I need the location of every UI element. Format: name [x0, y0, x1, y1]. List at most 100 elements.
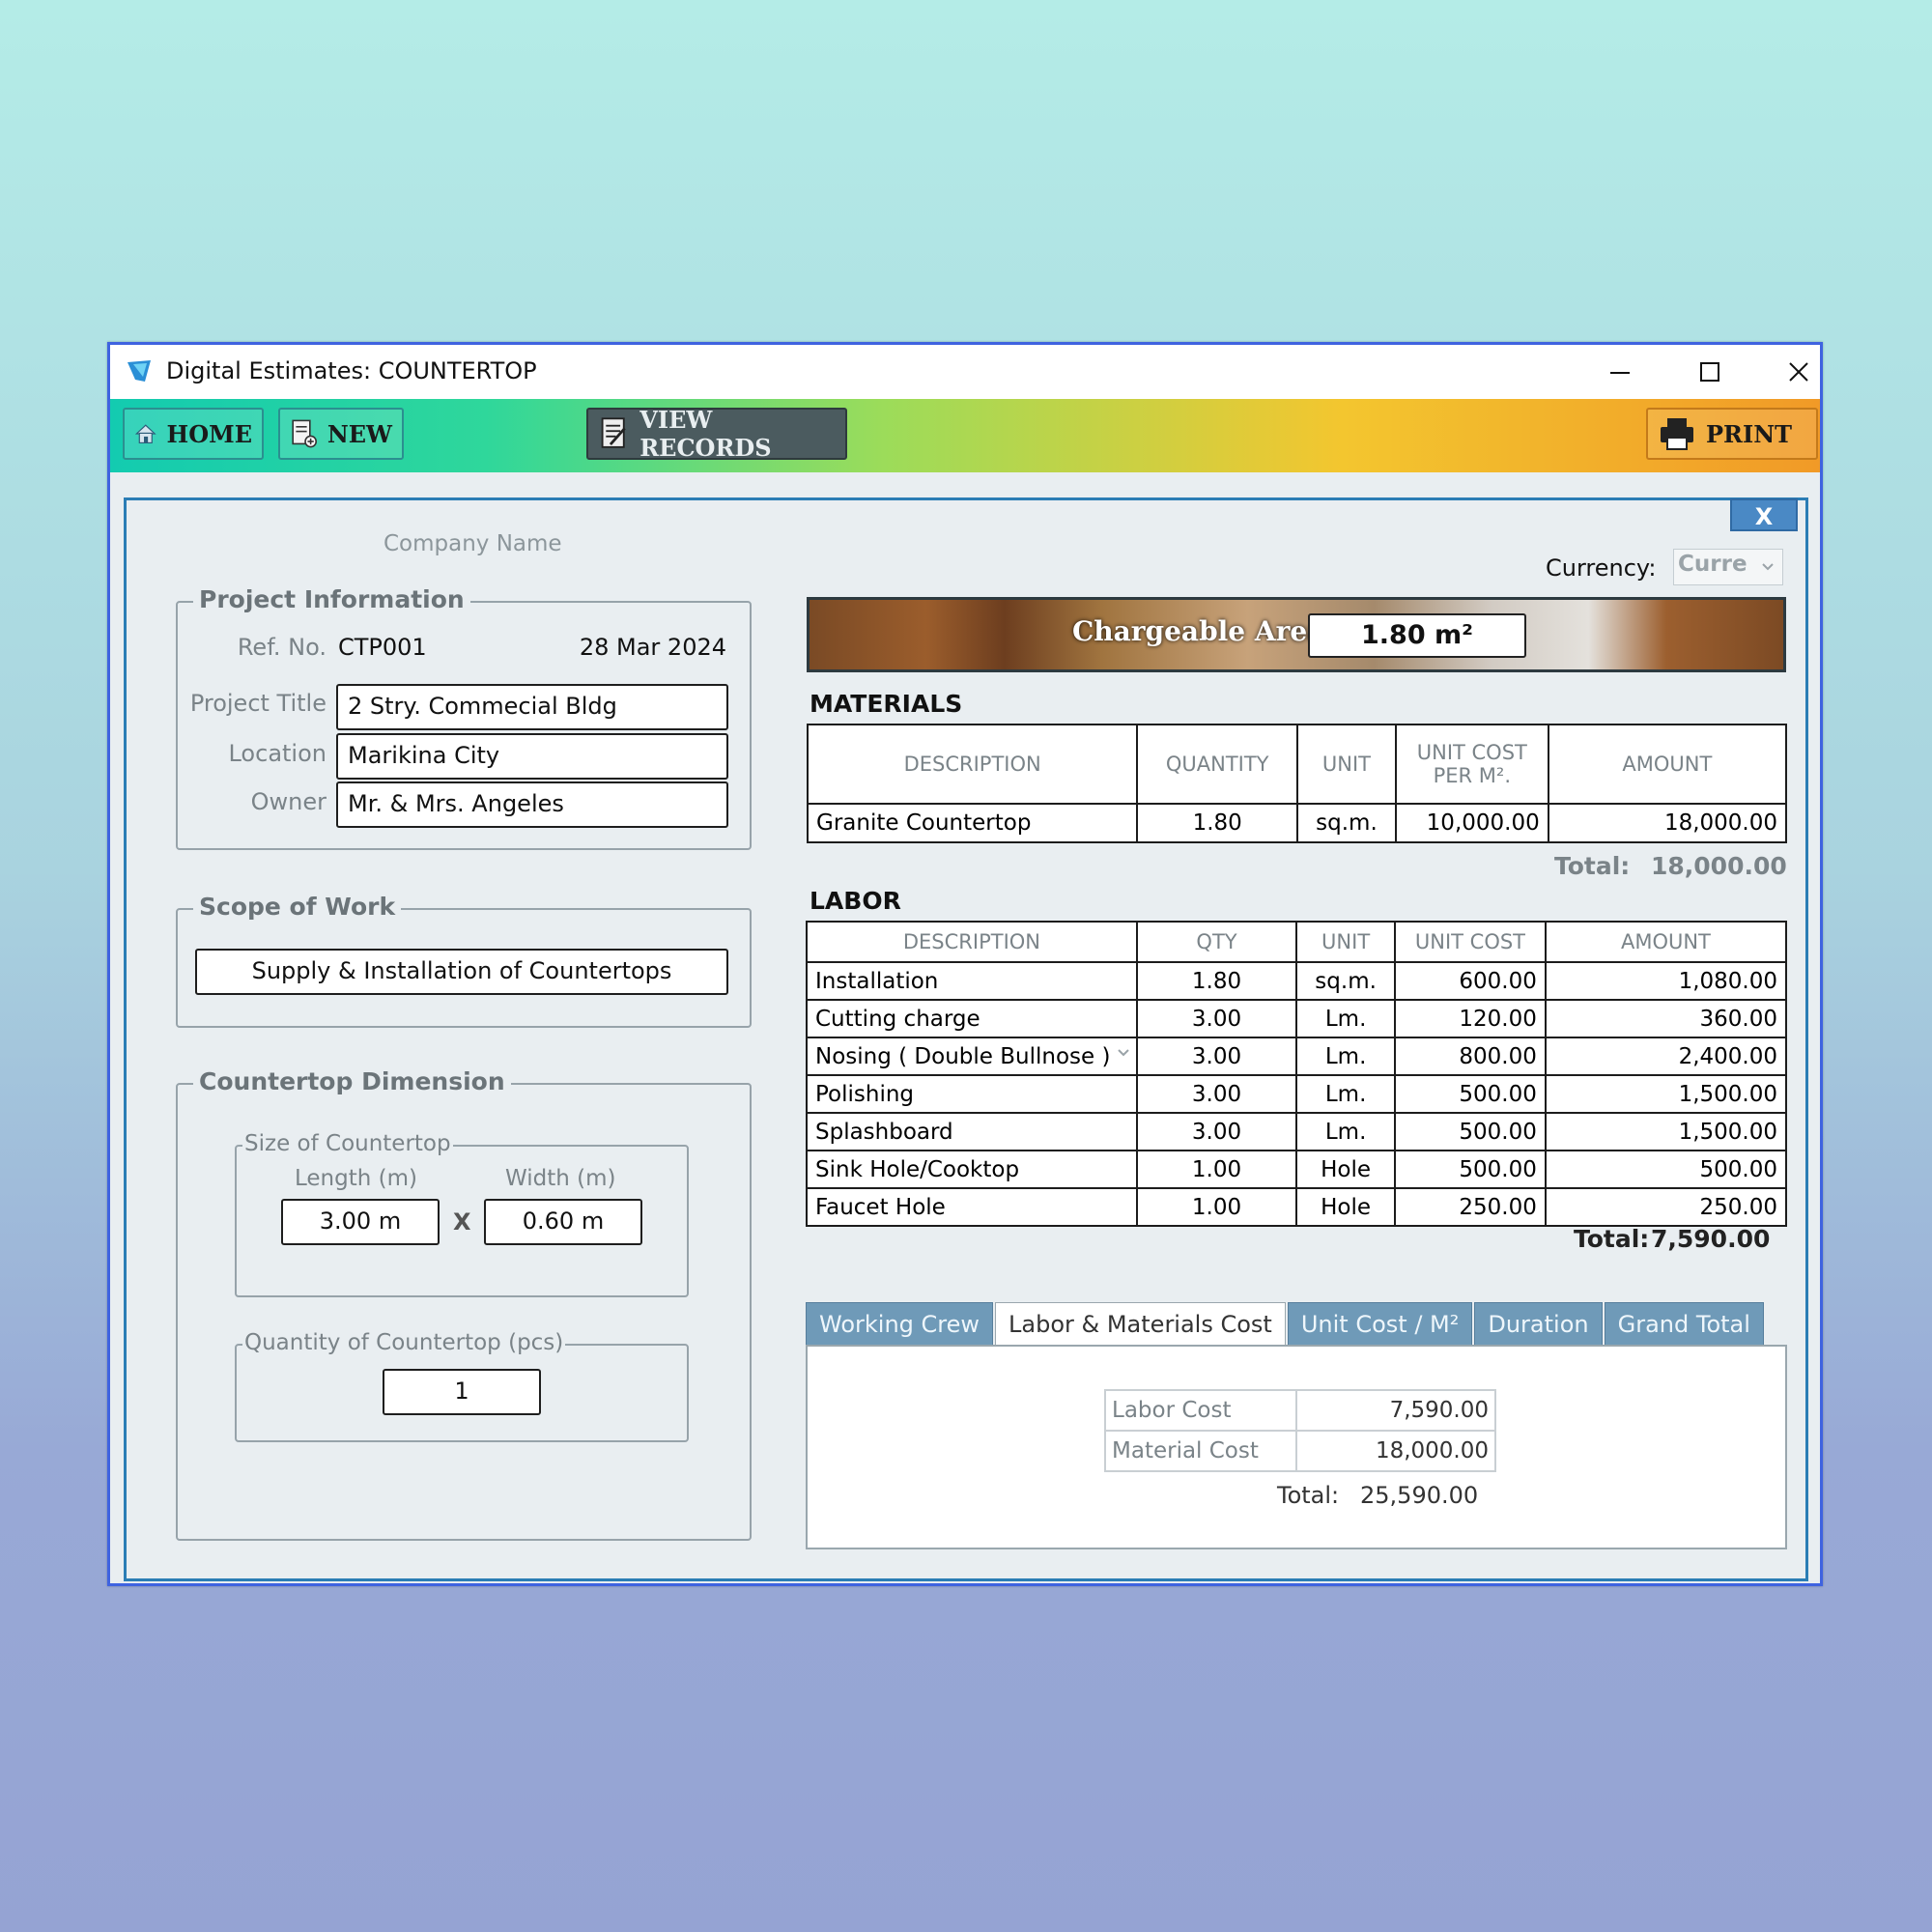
currency-label: Currency: [1546, 554, 1657, 582]
labor-unit-cost-cell[interactable]: 500.00 [1394, 1112, 1547, 1151]
labor-total-value: 7,590.00 [1651, 1225, 1771, 1253]
minimize-icon [1610, 372, 1630, 374]
labor-unit-cell[interactable]: Lm. [1295, 1037, 1397, 1076]
home-button[interactable]: HOME [123, 408, 264, 460]
owner-label: Owner [250, 788, 327, 815]
view-records-button[interactable]: VIEW RECORDS [586, 406, 847, 462]
width-label: Width (m) [505, 1166, 616, 1191]
labor-amount-cell[interactable]: 1,500.00 [1544, 1074, 1788, 1114]
labor-unit-cell[interactable]: sq.m. [1295, 961, 1397, 1001]
new-button[interactable]: NEW [278, 408, 404, 460]
labor-unit-cell[interactable]: Lm. [1295, 1112, 1397, 1151]
labor-amount-cell[interactable]: 360.00 [1544, 999, 1788, 1038]
quantity-field[interactable]: 1 [383, 1369, 541, 1415]
scope-of-work-legend: Scope of Work [193, 893, 402, 921]
labor-unit-cost-cell[interactable]: 120.00 [1394, 999, 1547, 1038]
project-title-field[interactable]: 2 Stry. Commecial Bldg [336, 684, 728, 730]
tab-working-crew[interactable]: Working Crew [806, 1302, 994, 1345]
print-button[interactable]: PRINT [1646, 408, 1818, 460]
labor-qty-cell[interactable]: 1.00 [1135, 1187, 1298, 1227]
material-amount-cell[interactable]: 18,000.00 [1547, 803, 1788, 843]
scope-of-work-group: Scope of Work Supply & Installation of C… [176, 893, 752, 1028]
labor-header-unit-cost: UNIT COST [1394, 921, 1547, 963]
size-of-countertop-legend: Size of Countertop [242, 1131, 453, 1156]
maximize-button[interactable] [1675, 349, 1745, 395]
labor-materials-cost-pane: Labor Cost 7,590.00 Material Cost 18,000… [806, 1345, 1787, 1549]
currency-select[interactable]: Curre [1673, 549, 1783, 585]
labor-amount-cell[interactable]: 500.00 [1544, 1150, 1788, 1189]
chevron-down-icon[interactable] [1117, 1048, 1130, 1058]
location-field[interactable]: Marikina City [336, 733, 728, 780]
labor-qty-cell[interactable]: 1.80 [1135, 961, 1298, 1001]
labor-qty-cell[interactable]: 3.00 [1135, 1074, 1298, 1114]
location-label: Location [228, 740, 327, 767]
minimize-button[interactable] [1585, 349, 1655, 395]
table-row[interactable]: Sink Hole/Cooktop 1.00 Hole 500.00 500.0… [806, 1150, 1788, 1189]
table-row[interactable]: Splashboard 3.00 Lm. 500.00 1,500.00 [806, 1112, 1788, 1151]
labor-unit-cell[interactable]: Lm. [1295, 1074, 1397, 1114]
labor-description-dropdown-cell[interactable]: Nosing ( Double Bullnose ) [806, 1037, 1138, 1076]
table-row[interactable]: Polishing 3.00 Lm. 500.00 1,500.00 [806, 1074, 1788, 1114]
home-icon [134, 424, 156, 444]
table-row[interactable]: Nosing ( Double Bullnose ) 3.00 Lm. 800.… [806, 1037, 1788, 1076]
labor-amount-cell[interactable]: 2,400.00 [1544, 1037, 1788, 1076]
chargeable-area-banner: Chargeable Area 1.80 m² [807, 597, 1786, 672]
labor-unit-cell[interactable]: Lm. [1295, 999, 1397, 1038]
table-row[interactable]: Cutting charge 3.00 Lm. 120.00 360.00 [806, 999, 1788, 1038]
material-description-cell[interactable]: Granite Countertop [806, 803, 1139, 843]
close-window-button[interactable] [1764, 349, 1833, 395]
table-row: Labor Cost 7,590.00 [1104, 1389, 1496, 1432]
material-cost-value: 18,000.00 [1295, 1430, 1496, 1472]
materials-table: DESCRIPTION QUANTITY UNIT UNIT COST PER … [806, 724, 1788, 843]
owner-field[interactable]: Mr. & Mrs. Angeles [336, 781, 728, 828]
materials-total-label: Total: [1554, 852, 1631, 880]
width-field[interactable]: 0.60 m [484, 1199, 642, 1245]
quantity-of-countertop-group: Quantity of Countertop (pcs) 1 [235, 1330, 689, 1442]
quantity-of-countertop-legend: Quantity of Countertop (pcs) [242, 1330, 566, 1355]
materials-header-unit-cost: UNIT COST PER M². [1394, 724, 1549, 805]
labor-description-cell[interactable]: Sink Hole/Cooktop [806, 1150, 1138, 1189]
tab-labor-materials-cost[interactable]: Labor & Materials Cost [995, 1302, 1286, 1347]
labor-description-cell[interactable]: Splashboard [806, 1112, 1138, 1151]
window-title: Digital Estimates: COUNTERTOP [166, 357, 537, 384]
table-row[interactable]: Faucet Hole 1.00 Hole 250.00 250.00 [806, 1187, 1788, 1227]
material-unit-cost-cell[interactable]: 10,000.00 [1394, 803, 1549, 843]
table-row[interactable]: Granite Countertop 1.80 sq.m. 10,000.00 … [806, 803, 1788, 843]
labor-amount-cell[interactable]: 1,500.00 [1544, 1112, 1788, 1151]
labor-qty-cell[interactable]: 3.00 [1135, 1112, 1298, 1151]
scope-of-work-field[interactable]: Supply & Installation of Countertops [195, 949, 728, 995]
material-quantity-cell[interactable]: 1.80 [1136, 803, 1299, 843]
labor-unit-cell[interactable]: Hole [1295, 1150, 1397, 1189]
labor-unit-cost-cell[interactable]: 500.00 [1394, 1074, 1547, 1114]
labor-amount-cell[interactable]: 250.00 [1544, 1187, 1788, 1227]
labor-header-row: DESCRIPTION QTY UNIT UNIT COST AMOUNT [806, 921, 1788, 963]
labor-description-cell[interactable]: Faucet Hole [806, 1187, 1138, 1227]
labor-unit-cost-cell[interactable]: 600.00 [1394, 961, 1547, 1001]
material-unit-cell[interactable]: sq.m. [1296, 803, 1397, 843]
labor-qty-cell[interactable]: 3.00 [1135, 1037, 1298, 1076]
labor-qty-cell[interactable]: 3.00 [1135, 999, 1298, 1038]
labor-description-cell[interactable]: Cutting charge [806, 999, 1138, 1038]
maximize-icon [1700, 362, 1719, 382]
table-row[interactable]: Installation 1.80 sq.m. 600.00 1,080.00 [806, 961, 1788, 1001]
labor-unit-cost-cell[interactable]: 250.00 [1394, 1187, 1547, 1227]
print-label: PRINT [1706, 419, 1793, 448]
labor-qty-cell[interactable]: 1.00 [1135, 1150, 1298, 1189]
chargeable-area-label: Chargeable Area [1072, 615, 1325, 647]
labor-total-label: Total: [1574, 1225, 1650, 1253]
tab-unit-cost-per-m2[interactable]: Unit Cost / M² [1287, 1302, 1473, 1345]
labor-table: DESCRIPTION QTY UNIT UNIT COST AMOUNT In… [806, 921, 1788, 1227]
labor-description-cell[interactable]: Installation [806, 961, 1138, 1001]
close-panel-button[interactable]: X [1730, 498, 1798, 531]
tab-grand-total[interactable]: Grand Total [1604, 1302, 1764, 1345]
countertop-dimension-group: Countertop Dimension Size of Countertop … [176, 1067, 752, 1541]
labor-cost-label: Labor Cost [1104, 1389, 1297, 1432]
labor-amount-cell[interactable]: 1,080.00 [1544, 961, 1788, 1001]
labor-unit-cost-cell[interactable]: 800.00 [1394, 1037, 1547, 1076]
ref-no-value: CTP001 [338, 634, 427, 661]
tab-duration[interactable]: Duration [1474, 1302, 1603, 1345]
labor-description-cell[interactable]: Polishing [806, 1074, 1138, 1114]
labor-unit-cost-cell[interactable]: 500.00 [1394, 1150, 1547, 1189]
labor-unit-cell[interactable]: Hole [1295, 1187, 1397, 1227]
length-field[interactable]: 3.00 m [281, 1199, 440, 1245]
